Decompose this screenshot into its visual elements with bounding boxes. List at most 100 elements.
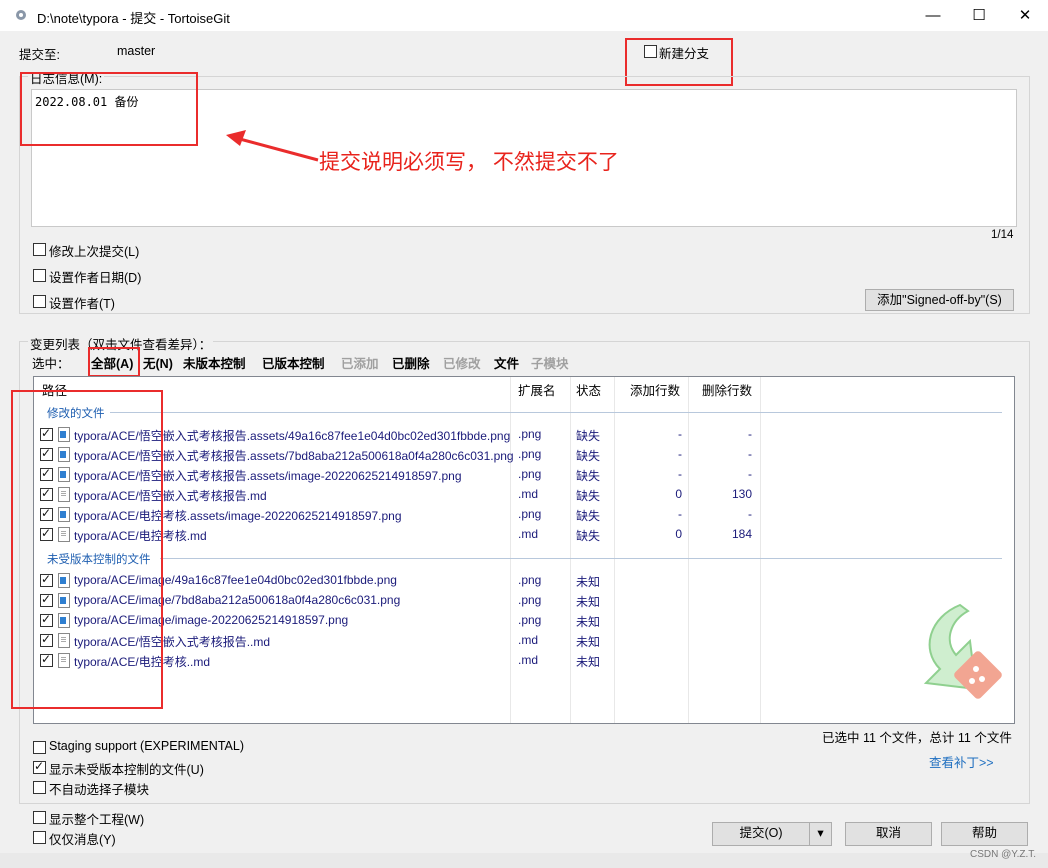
group-divider [110,412,1002,413]
column-status[interactable]: 状态 [576,380,601,399]
cancel-button[interactable]: 取消 [845,822,932,846]
close-button[interactable]: ✕ [1002,0,1048,31]
maximize-button[interactable]: ☐ [956,0,1002,31]
file-added: - [678,447,682,461]
file-deleted: - [748,507,752,521]
help-button[interactable]: 帮助 [941,822,1028,846]
table-row[interactable]: typora/ACE/image/image-20220625214918597… [34,611,1012,631]
file-extension: .png [518,573,542,587]
file-deleted: 184 [731,527,752,541]
show-unversioned-checkbox[interactable] [33,759,46,774]
no-auto-submodule-label: 不自动选择子模块 [49,783,150,797]
table-row[interactable]: typora/ACE/image/7bd8aba212a500618a0f4a2… [34,591,1012,611]
file-extension: .md [518,487,539,501]
select-label: 选中： [32,357,70,371]
file-status: 未知 [576,655,601,669]
column-added-lines[interactable]: 添加行数 [630,380,680,399]
table-row[interactable]: typora/ACE/电控考核..md .md 未知 [34,651,1012,671]
filter-versioned[interactable]: 已版本控制 [262,353,325,372]
file-added: - [678,467,682,481]
file-status: 未知 [576,615,601,629]
table-row[interactable]: typora/ACE/悟空嵌入式考核报告.assets/7bd8aba212a5… [34,445,1012,465]
commit-button[interactable]: 提交(O) [712,822,810,846]
commit-dialog: D:\note\typora - 提交 - TortoiseGit — ☐ ✕ … [0,0,1048,868]
file-status: 缺失 [576,489,601,503]
commit-to-label: 提交至: [19,48,60,62]
no-auto-submodule-checkbox[interactable] [33,781,46,794]
highlight-filter-all [88,347,140,377]
file-added: 0 [675,487,682,501]
show-unversioned-label: 显示未受版本控制的文件(U) [49,763,204,777]
watermark-text: CSDN @Y.Z.T. [970,849,1037,860]
file-extension: .png [518,447,542,461]
file-added: - [678,427,682,441]
minimize-button[interactable]: — [910,0,956,31]
filter-none[interactable]: 无(N) [143,353,173,372]
amend-checkbox[interactable] [33,243,46,256]
file-deleted: - [748,447,752,461]
view-patch-link[interactable]: 查看补丁>> [929,752,994,771]
file-status: 缺失 [576,449,601,463]
file-extension: .md [518,633,539,647]
file-deleted: - [748,427,752,441]
table-row[interactable]: typora/ACE/悟空嵌入式考核报告.assets/49a16c87fee1… [34,425,1012,445]
staging-support-checkbox[interactable] [33,741,46,754]
file-extension: .md [518,653,539,667]
staging-support-label: Staging support (EXPERIMENTAL) [49,739,244,753]
column-deleted-lines[interactable]: 删除行数 [702,380,752,399]
filter-submodules[interactable]: 子模块 [531,353,569,372]
file-extension: .png [518,613,542,627]
table-row[interactable]: typora/ACE/悟空嵌入式考核报告.assets/image-202206… [34,465,1012,485]
title-bar: D:\note\typora - 提交 - TortoiseGit — ☐ ✕ [0,0,1048,31]
filter-deleted[interactable]: 已删除 [392,353,430,372]
set-author-label: 设置作者(T) [49,297,115,311]
file-status: 未知 [576,575,601,589]
file-deleted: 130 [731,487,752,501]
filter-unversioned[interactable]: 未版本控制 [183,353,246,372]
show-whole-project-checkbox[interactable] [33,811,46,824]
file-status: 缺失 [576,529,601,543]
set-author-checkbox[interactable] [33,295,46,308]
amend-label: 修改上次提交(L) [49,245,140,259]
file-status: 缺失 [576,469,601,483]
message-counter: 1/14 [991,229,1014,241]
table-row[interactable]: typora/ACE/电控考核.assets/image-20220625214… [34,505,1012,525]
column-extension[interactable]: 扩展名 [518,380,556,399]
background-taskbar [0,853,1048,868]
message-only-label: 仅仅消息(Y) [49,833,116,847]
author-date-checkbox[interactable] [33,269,46,282]
file-extension: .md [518,527,539,541]
file-extension: .png [518,427,542,441]
filter-files[interactable]: 文件 [494,353,519,372]
commit-dropdown-button[interactable]: ▾ [809,822,832,846]
file-added: - [678,507,682,521]
annotation-arrow-icon [226,130,319,162]
table-row[interactable]: typora/ACE/电控考核.md .md 缺失 0 184 [34,525,1012,545]
tortoisegit-logo-icon [923,603,1002,699]
annotation-text: 提交说明必须写， 不然提交不了 [319,151,619,174]
filter-modified[interactable]: 已修改 [443,353,481,372]
file-added: 0 [675,527,682,541]
signed-off-button[interactable]: 添加"Signed-off-by"(S) [865,289,1014,311]
message-only-checkbox[interactable] [33,831,46,844]
show-whole-project-label: 显示整个工程(W) [49,813,145,827]
table-row[interactable]: typora/ACE/image/49a16c87fee1e04d0bc02ed… [34,571,1012,591]
highlight-file-checkboxes [11,390,163,709]
table-row[interactable]: typora/ACE/悟空嵌入式考核报告..md .md 未知 [34,631,1012,651]
file-list[interactable]: 路径 扩展名 状态 添加行数 删除行数 修改的文件 typora/ACE/悟空嵌… [33,376,1015,724]
branch-name: master [117,44,156,58]
window-title: D:\note\typora - 提交 - TortoiseGit [37,11,230,26]
file-status: 缺失 [576,429,601,443]
file-extension: .png [518,593,542,607]
filter-added[interactable]: 已添加 [341,353,379,372]
selection-summary: 已选中 11 个文件，总计 11 个文件 [822,731,1012,745]
file-status: 缺失 [576,509,601,523]
file-status: 未知 [576,595,601,609]
file-status: 未知 [576,635,601,649]
table-row[interactable]: typora/ACE/悟空嵌入式考核报告.md .md 缺失 0 130 [34,485,1012,505]
file-deleted: - [748,467,752,481]
group-divider [160,558,1002,559]
author-date-label: 设置作者日期(D) [49,271,142,285]
highlight-message [20,72,198,146]
tortoisegit-app-icon [14,8,28,22]
